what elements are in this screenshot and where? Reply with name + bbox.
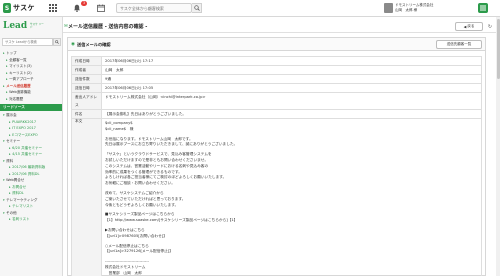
chevron-right-icon: ▸ bbox=[3, 83, 5, 88]
detail-row: 作成者 山岡 太郎 bbox=[71, 65, 482, 75]
logo-mark: S bbox=[3, 3, 11, 13]
detail-label: 作成者 bbox=[71, 65, 102, 75]
refresh-icon[interactable]: ↻ bbox=[486, 22, 494, 31]
sidebar-item[interactable]: ▸ 対応履歴 bbox=[0, 96, 62, 103]
detail-row-body: 本文 $cli_company$ $cli_name$ 様お世話になります。ドモスト… bbox=[71, 117, 482, 276]
detail-row: 送信件数 9通 bbox=[71, 74, 482, 84]
detail-value: 2017年06月06日(火) 17:05 bbox=[101, 83, 482, 93]
detail-row: 作成日時 2017年06月06日(火) 17:17 bbox=[71, 56, 482, 66]
chevron-down-icon: ▾ bbox=[3, 158, 5, 163]
chevron-right-icon: ▸ bbox=[9, 217, 11, 221]
sidebar-main-nav: ▸ トップ ▸ 全顧客一覧 ▸ マイリスト(3) ▸ キーリスト(2) ▸ 一斉アプローチ ▸ メール… bbox=[0, 50, 62, 103]
hamburger-menu-icon[interactable] bbox=[478, 3, 488, 13]
detail-label: 差出人アドレス bbox=[71, 92, 102, 110]
sidebar-item-label: 対応履歴 bbox=[9, 96, 24, 101]
page-header: ✉ メール送信履歴 - 送信内容の確認 - ◀ 戻る ↻ bbox=[63, 20, 500, 33]
search-icon[interactable] bbox=[192, 3, 202, 13]
page-scrollbar[interactable] bbox=[496, 17, 500, 276]
main-content: ✉ メール送信履歴 - 送信内容の確認 - ◀ 戻る ↻ ◉ 送信メールの確認 … bbox=[63, 17, 500, 276]
sidebar-search-icon[interactable] bbox=[53, 38, 61, 46]
sidebar-subitem[interactable]: ▸ 名刺リスト bbox=[0, 216, 62, 223]
global-search-input[interactable] bbox=[116, 3, 192, 13]
detail-value: 2017年06月06日(火) 17:17 bbox=[101, 56, 482, 66]
mail-detail-table: 作成日時 2017年06月06日(火) 17:17 作成者 山岡 太郎 送信件数 9通 送信… bbox=[71, 56, 482, 276]
mail-icon: ◉ bbox=[71, 41, 75, 47]
detail-row: 送信日時 2017年06月06日(火) 17:05 bbox=[71, 83, 482, 93]
user-account[interactable]: ドモストリーム株式会社 山岡 太郎 様 bbox=[384, 2, 464, 14]
recipient-list-button[interactable]: 送信先顧客一覧 bbox=[436, 40, 482, 49]
logo-text: サスケ bbox=[13, 4, 35, 12]
detail-label: 作成日時 bbox=[71, 56, 102, 66]
sidebar-item-label: 4/15 共催セミナー bbox=[12, 152, 43, 156]
chevron-down-icon: ▾ bbox=[3, 210, 5, 215]
back-arrow-icon: ◀ bbox=[463, 24, 467, 29]
back-button[interactable]: ◀ 戻る bbox=[455, 22, 483, 31]
sidebar-section-lead-source: リードソース bbox=[0, 104, 62, 111]
scrollbar-thumb[interactable] bbox=[496, 19, 500, 79]
chevron-down-icon: ▾ bbox=[3, 113, 5, 117]
chevron-down-icon: ▾ bbox=[3, 139, 5, 143]
app-logo[interactable]: S サスケ bbox=[3, 2, 35, 14]
panel-header: ◉ 送信メールの確認 送信先顧客一覧 bbox=[68, 38, 485, 51]
sent-mail-panel: ◉ 送信メールの確認 送信先顧客一覧 作成日時 2017年06月06日(火) 17… bbox=[67, 37, 486, 276]
apps-grid-icon[interactable] bbox=[48, 3, 58, 13]
chevron-down-icon: ▾ bbox=[3, 178, 5, 182]
sidebar-lead-source-nav: ▾ 展示会 ▸ PUAIRKK2017 ▸ IT EXPO 2017 ▸ EコマースEXPO ▾… bbox=[0, 112, 62, 223]
page-title: メール送信履歴 - 送信内容の確認 - bbox=[68, 24, 148, 30]
sidebar-logo-subtitle: サスケ リード bbox=[30, 23, 44, 29]
detail-label: 件名 bbox=[71, 109, 102, 119]
sidebar-search-input[interactable] bbox=[2, 38, 53, 46]
detail-row: 差出人アドレス ドモストリーム株式会社（山岡）<inchi@interpark.c… bbox=[71, 92, 482, 110]
detail-label: 送信件数 bbox=[71, 74, 102, 84]
top-bar: S サスケ 3 ドモストリーム株式会社 山岡 太郎 様 bbox=[0, 0, 500, 17]
user-name: 山岡 太郎 様 bbox=[395, 8, 418, 12]
mail-body: $cli_company$ $cli_name$ 様お世話になります。ドモストリー… bbox=[101, 117, 482, 276]
detail-label: 送信日時 bbox=[71, 83, 102, 93]
back-button-label: 戻る bbox=[467, 24, 475, 28]
chevron-right-icon: ▸ bbox=[6, 96, 8, 101]
sidebar: Lead サスケ リード ▸トップ▸全顧客一覧▸マイリスト(3)▸キーリスト(2… bbox=[0, 17, 63, 276]
notification-count-badge: 3 bbox=[81, 1, 87, 6]
detail-label: 本文 bbox=[71, 117, 102, 276]
sidebar-logo: Lead bbox=[3, 21, 28, 31]
detail-value: 【展示会御礼】先日はありがとうございました。 bbox=[101, 109, 482, 119]
panel-title: 送信メールの確認 bbox=[77, 42, 111, 47]
chevron-down-icon: ▾ bbox=[3, 197, 5, 202]
chevron-right-icon: ▸ bbox=[3, 51, 5, 55]
mail-body-line: 営業部 山岡 太郎 bbox=[105, 270, 142, 275]
detail-value: 山岡 太郎 bbox=[101, 65, 482, 75]
detail-row: 件名 【展示会御礼】先日はありがとうございました。 bbox=[71, 109, 482, 119]
detail-value: ドモストリーム株式会社（山岡）<inchi@interpark.co.jp> bbox=[101, 92, 482, 110]
detail-value: 9通 bbox=[101, 74, 482, 84]
avatar bbox=[384, 3, 393, 13]
sidebar-item-label: 名刺リスト bbox=[12, 217, 30, 221]
calendar-icon[interactable] bbox=[96, 3, 106, 13]
